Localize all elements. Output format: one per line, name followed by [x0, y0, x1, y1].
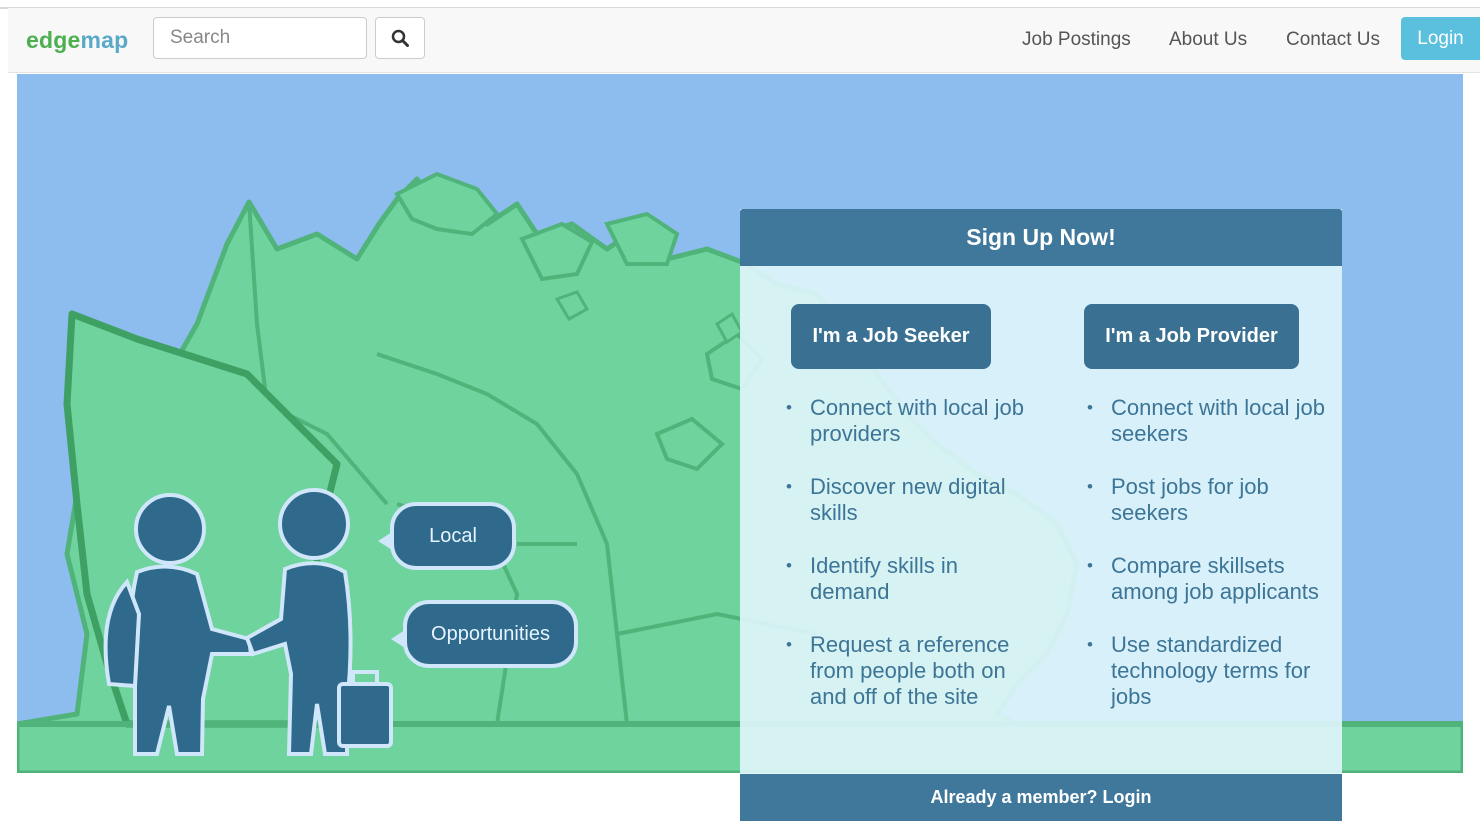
login-button[interactable]: Login	[1401, 17, 1480, 60]
brand-logo-part2: map	[80, 27, 129, 53]
search-icon	[391, 29, 409, 47]
bubble-local: Local	[378, 502, 516, 570]
list-item: Request a reference from people both on …	[784, 632, 1034, 710]
brand-logo[interactable]: edgemap	[26, 27, 128, 54]
nav-contact-us[interactable]: Contact Us	[1286, 29, 1380, 51]
provider-benefits-list: Connect with local job seekers Post jobs…	[1085, 395, 1325, 710]
navbar: edgemap Job Postings About Us Contact Us…	[8, 8, 1480, 73]
job-seeker-button[interactable]: I'm a Job Seeker	[791, 304, 991, 369]
list-item: Connect with local job seekers	[1085, 395, 1325, 447]
nav-about-us[interactable]: About Us	[1169, 29, 1247, 51]
list-item: Post jobs for job seekers	[1085, 474, 1325, 526]
list-item: Compare skillsets among job applicants	[1085, 553, 1325, 605]
nav-job-postings[interactable]: Job Postings	[1022, 29, 1131, 51]
signup-panel: Sign Up Now! I'm a Job Seeker I'm a Job …	[740, 209, 1342, 821]
search-input[interactable]	[153, 17, 367, 59]
brand-logo-part1: edge	[26, 27, 81, 53]
signup-title: Sign Up Now!	[740, 209, 1342, 266]
seeker-benefits-list: Connect with local job providers Discove…	[784, 395, 1034, 710]
bubble-opportunities: Opportunities	[391, 600, 578, 668]
already-member-login-link[interactable]: Already a member? Login	[740, 774, 1342, 821]
list-item: Connect with local job providers	[784, 395, 1034, 447]
job-provider-button[interactable]: I'm a Job Provider	[1084, 304, 1299, 369]
list-item: Identify skills in demand	[784, 553, 1034, 605]
list-item: Discover new digital skills	[784, 474, 1034, 526]
search-button[interactable]	[375, 17, 425, 59]
list-item: Use standardized technology terms for jo…	[1085, 632, 1325, 710]
